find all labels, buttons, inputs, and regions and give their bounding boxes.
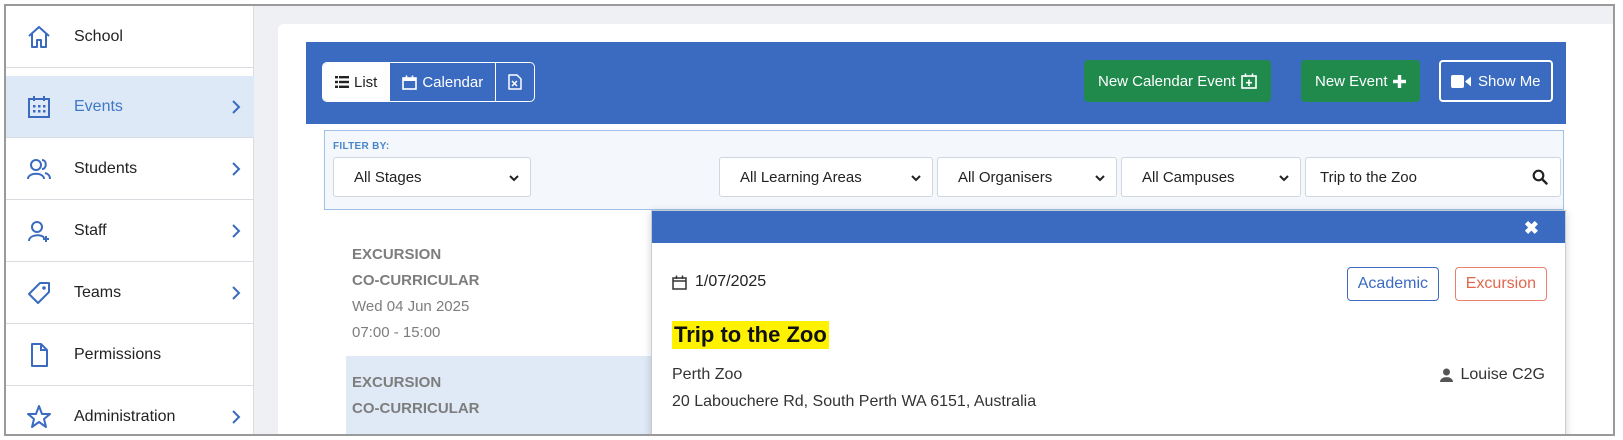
close-icon[interactable]: ✖	[1524, 218, 1539, 239]
event-subtype: CO-CURRICULAR	[352, 400, 480, 417]
sidebar-item-label: Permissions	[74, 345, 162, 363]
export-excel-icon	[508, 74, 522, 90]
calendar-icon	[402, 75, 418, 90]
chevron-right-icon	[230, 161, 242, 177]
stages-select[interactable]: All Stages	[333, 157, 531, 197]
event-address: 20 Labouchere Rd, South Perth WA 6151, A…	[672, 393, 1037, 410]
calendar-view-button[interactable]: Calendar	[390, 63, 497, 101]
list-view-button[interactable]: List	[323, 63, 391, 101]
calendar-view-label: Calendar	[422, 73, 484, 91]
search-icon[interactable]	[1532, 169, 1548, 190]
learning-areas-select[interactable]: All Learning Areas	[719, 157, 933, 197]
organisers-select[interactable]: All Organisers	[937, 157, 1117, 197]
event-date-row: 1/07/2025	[672, 273, 766, 291]
list-item[interactable]: EXCURSION CO-CURRICULAR	[346, 356, 666, 434]
chevron-down-icon	[1278, 171, 1290, 188]
show-me-label: Show Me	[1478, 72, 1541, 90]
event-venue: Perth Zoo	[672, 366, 743, 383]
stages-select-value: All Stages	[354, 168, 422, 186]
new-calendar-event-label: New Calendar Event	[1098, 72, 1236, 90]
search-box	[1305, 157, 1561, 197]
learning-areas-select-value: All Learning Areas	[740, 168, 862, 186]
filter-bar: FILTER BY: All Stages All Learning Areas…	[324, 130, 1564, 210]
chevron-right-icon	[230, 285, 242, 301]
event-date-value: 1/07/2025	[695, 273, 767, 290]
event-time: 07:00 - 15:00	[352, 324, 441, 341]
export-excel-button[interactable]	[496, 63, 534, 101]
sidebar-item-permissions[interactable]: Permissions	[6, 324, 254, 386]
calendar-plus-icon	[1240, 73, 1257, 89]
event-subtype: CO-CURRICULAR	[352, 272, 480, 289]
video-camera-icon	[1451, 74, 1471, 88]
sidebar-item-label: Teams	[74, 283, 122, 301]
document-icon	[26, 342, 52, 368]
sidebar-item-staff[interactable]: Staff	[6, 200, 254, 262]
sidebar: School Events Students Staff Teams Permi…	[6, 6, 254, 434]
sidebar-item-teams[interactable]: Teams	[6, 262, 254, 324]
popover-header: ✖	[652, 211, 1565, 243]
tag-icon	[26, 280, 52, 306]
star-icon	[26, 404, 52, 430]
calendar-grid-icon	[26, 94, 52, 120]
sidebar-item-label: Students	[74, 159, 138, 177]
new-calendar-event-button[interactable]: New Calendar Event	[1084, 60, 1271, 102]
sidebar-item-administration[interactable]: Administration	[6, 386, 254, 434]
event-organiser: Louise C2G	[1439, 366, 1546, 384]
new-event-label: New Event	[1315, 72, 1388, 90]
event-date: Wed 04 Jun 2025	[352, 298, 470, 315]
sidebar-item-school[interactable]: School	[6, 6, 254, 68]
sidebar-item-label: School	[74, 27, 123, 45]
organiser-name: Louise C2G	[1460, 366, 1546, 383]
search-input[interactable]	[1320, 168, 1510, 186]
event-list: EXCURSION CO-CURRICULAR Wed 04 Jun 2025 …	[346, 234, 666, 434]
plus-icon	[1392, 74, 1406, 88]
campuses-select[interactable]: All Campuses	[1121, 157, 1301, 197]
calendar-icon	[672, 275, 695, 290]
sidebar-item-label: Administration	[74, 407, 176, 425]
sidebar-item-students[interactable]: Students	[6, 138, 254, 200]
new-event-button[interactable]: New Event	[1301, 60, 1420, 102]
chevron-right-icon	[230, 409, 242, 425]
chevron-down-icon	[910, 171, 922, 188]
filter-label: FILTER BY:	[333, 141, 390, 152]
event-type: EXCURSION	[352, 246, 442, 263]
sidebar-item-label: Events	[74, 97, 123, 115]
academic-badge: Academic	[1346, 267, 1439, 301]
chevron-right-icon	[230, 99, 242, 115]
sidebar-item-label: Staff	[74, 221, 107, 239]
user-add-icon	[26, 218, 52, 244]
view-toggle-group: List Calendar	[322, 62, 536, 102]
campuses-select-value: All Campuses	[1142, 168, 1235, 186]
list-icon	[335, 76, 349, 88]
list-view-label: List	[354, 73, 378, 91]
sidebar-item-events[interactable]: Events	[6, 76, 254, 138]
user-icon	[1439, 368, 1461, 382]
chevron-down-icon	[1094, 171, 1106, 188]
home-icon	[26, 24, 52, 50]
excursion-badge: Excursion	[1454, 267, 1547, 301]
events-toolbar: List Calendar New Calendar Event New Eve…	[306, 42, 1566, 124]
app-window: School Events Students Staff Teams Permi…	[4, 4, 1615, 436]
users-icon	[26, 156, 52, 182]
show-me-button[interactable]: Show Me	[1439, 60, 1553, 102]
organisers-select-value: All Organisers	[958, 168, 1053, 186]
event-title: Trip to the Zoo	[672, 321, 829, 349]
event-detail-popover: ✖ 1/07/2025 Academic Excursion Trip to t…	[651, 210, 1566, 434]
chevron-down-icon	[508, 171, 520, 188]
chevron-right-icon	[230, 223, 242, 239]
list-item[interactable]: EXCURSION CO-CURRICULAR Wed 04 Jun 2025 …	[346, 242, 666, 352]
event-type: EXCURSION	[352, 374, 442, 391]
